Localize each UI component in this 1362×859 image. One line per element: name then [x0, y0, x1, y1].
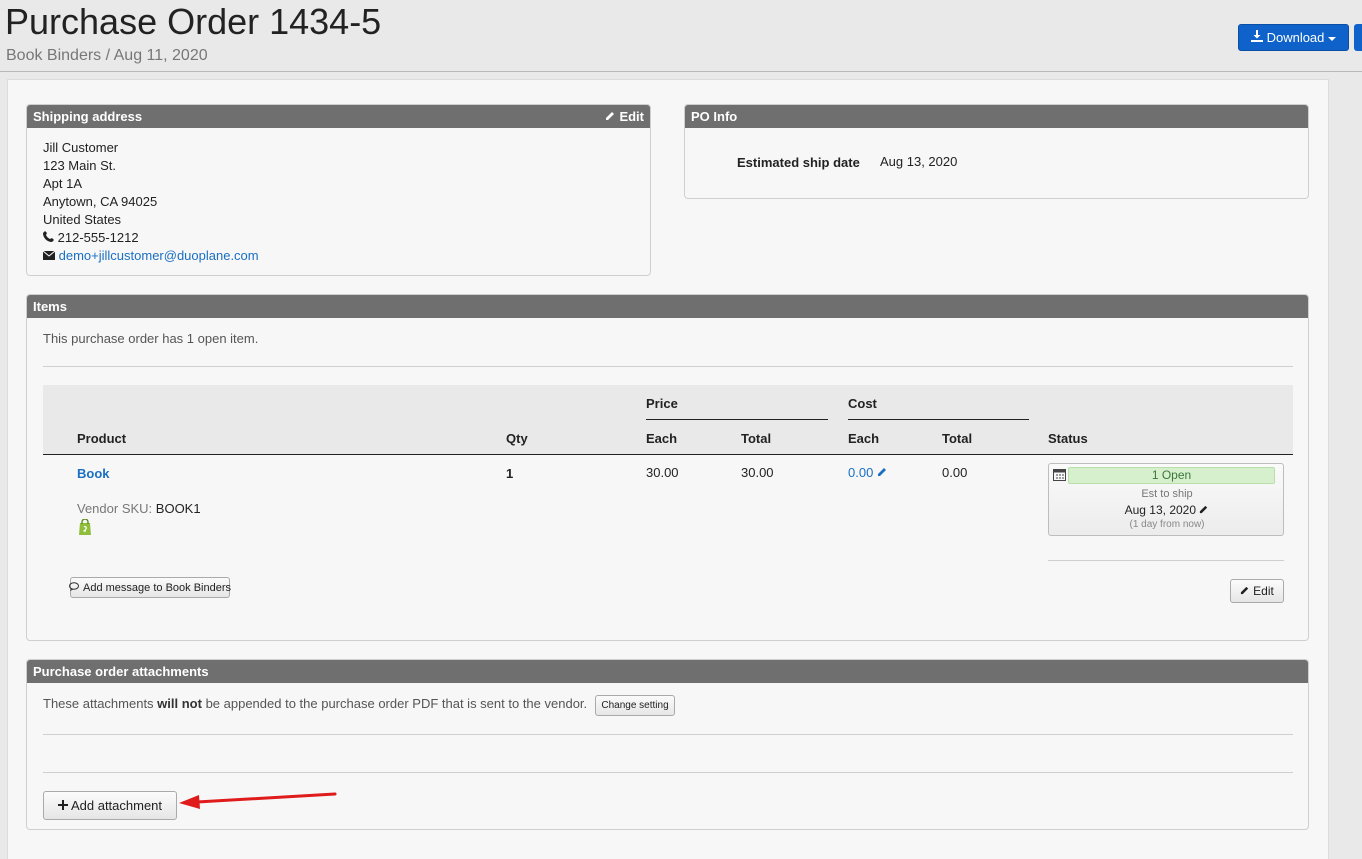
more-actions-button[interactable] — [1354, 24, 1362, 51]
col-product: Product — [77, 431, 127, 446]
items-header-rule — [43, 454, 1293, 455]
download-icon — [1250, 30, 1263, 45]
est-ship-date: Aug 13, 2020 — [1124, 503, 1197, 517]
shipping-address-title: Shipping address — [33, 109, 143, 124]
po-info-header: PO Info — [685, 105, 1308, 128]
page-title: Purchase Order 1434-5 — [5, 1, 382, 42]
col-price-total: Total — [741, 431, 772, 446]
caret-down-icon — [1328, 30, 1337, 45]
vendor-sku-label: Vendor SKU: — [77, 501, 153, 516]
add-attachment-button[interactable]: Add attachment — [43, 791, 177, 820]
status-badge: 1 Open — [1068, 467, 1275, 484]
status-card[interactable]: 1 Open Est to ship Aug 13, 2020 (1 day f… — [1048, 463, 1284, 536]
row-cost-each[interactable]: 0.00 — [848, 465, 873, 480]
ship-email-row: demo+jillcustomer@duoplane.com — [42, 248, 259, 263]
ship-city: Anytown, CA 94025 — [43, 194, 158, 209]
envelope-icon — [42, 248, 56, 263]
ship-date-value: Aug 13, 2020 — [880, 154, 958, 169]
vendor-sku-row: Vendor SKU: BOOK1 — [77, 501, 201, 516]
add-attachment-label: Add attachment — [70, 798, 163, 813]
page-subtitle: Book Binders / Aug 11, 2020 — [6, 47, 208, 64]
items-summary: This purchase order has 1 open item. — [43, 331, 259, 346]
product-link[interactable]: Book — [77, 466, 110, 481]
items-panel: Items This purchase order has 1 open ite… — [26, 294, 1309, 641]
po-info-title: PO Info — [691, 109, 738, 124]
ship-name: Jill Customer — [43, 140, 119, 155]
attachments-header: Purchase order attachments — [27, 660, 1308, 683]
shipping-address-header: Shipping address Edit — [27, 105, 650, 128]
status-divider — [1048, 560, 1284, 561]
po-info-panel: PO Info Estimated ship date Aug 13, 2020 — [684, 104, 1309, 199]
attachments-title: Purchase order attachments — [33, 664, 209, 679]
shipping-edit-label: Edit — [619, 109, 644, 124]
notice-post: be appended to the purchase order PDF th… — [201, 696, 588, 711]
shopify-bag-icon — [78, 518, 92, 538]
cost-group-header: Cost — [848, 396, 877, 411]
row-qty: 1 — [506, 466, 514, 481]
header-divider — [0, 71, 1362, 72]
row-price-total: 30.00 — [741, 465, 774, 480]
pencil-icon — [605, 105, 616, 128]
shipping-address-panel: Shipping address Edit Jill Customer 123 … — [26, 104, 651, 276]
items-edit-button[interactable]: Edit — [1230, 579, 1284, 603]
attachments-divider-1 — [43, 734, 1293, 735]
row-cost-total: 0.00 — [942, 465, 968, 480]
col-price-each: Each — [646, 431, 678, 446]
col-cost-total: Total — [942, 431, 973, 446]
items-edit-label: Edit — [1253, 584, 1274, 598]
shipping-edit-link[interactable]: Edit — [605, 105, 644, 128]
change-setting-button[interactable]: Change setting — [595, 695, 675, 716]
notice-bold: will not — [157, 696, 202, 711]
add-message-button[interactable]: Add message to Book Binders — [69, 577, 231, 598]
ship-date-label: Estimated ship date — [737, 155, 860, 170]
calendar-icon — [1053, 468, 1066, 484]
red-arrow-annotation — [179, 792, 337, 809]
items-title: Items — [33, 299, 67, 314]
attachments-divider-2 — [43, 772, 1293, 773]
ship-street: 123 Main St. — [43, 158, 116, 173]
ship-phone: 212-555-1212 — [57, 230, 139, 245]
items-divider — [43, 366, 1293, 367]
pencil-icon[interactable] — [1199, 503, 1209, 517]
col-cost-each: Each — [848, 431, 880, 446]
plus-icon — [57, 798, 68, 813]
price-group-rule — [646, 419, 828, 420]
ship-apt: Apt 1A — [43, 176, 83, 191]
ship-phone-row: 212-555-1212 — [43, 230, 139, 245]
vendor-sku-value: BOOK1 — [155, 501, 201, 516]
row-price-each: 30.00 — [646, 465, 679, 480]
pencil-icon[interactable] — [877, 465, 888, 480]
download-button[interactable]: Download — [1238, 24, 1349, 51]
col-qty: Qty — [506, 431, 528, 446]
phone-icon — [43, 230, 54, 245]
price-group-header: Price — [646, 396, 678, 411]
cost-group-rule — [848, 419, 1029, 420]
notice-pre: These attachments — [43, 696, 158, 711]
row-cost-each-cell: 0.00 — [848, 465, 888, 480]
add-message-label: Add message to Book Binders — [83, 581, 231, 594]
ship-email-link[interactable]: demo+jillcustomer@duoplane.com — [59, 248, 259, 263]
download-label: Download — [1266, 30, 1325, 45]
pencil-icon — [1240, 584, 1250, 598]
items-header: Items — [27, 295, 1308, 318]
est-ship-label: Est to ship — [1141, 488, 1193, 500]
col-status: Status — [1048, 431, 1088, 446]
attachments-notice: These attachments will not be appended t… — [43, 696, 587, 711]
est-ship-relative: (1 day from now) — [1129, 519, 1205, 530]
est-ship-date-row: Aug 13, 2020 — [1049, 503, 1285, 517]
comments-icon — [69, 581, 80, 594]
ship-country: United States — [43, 212, 122, 227]
